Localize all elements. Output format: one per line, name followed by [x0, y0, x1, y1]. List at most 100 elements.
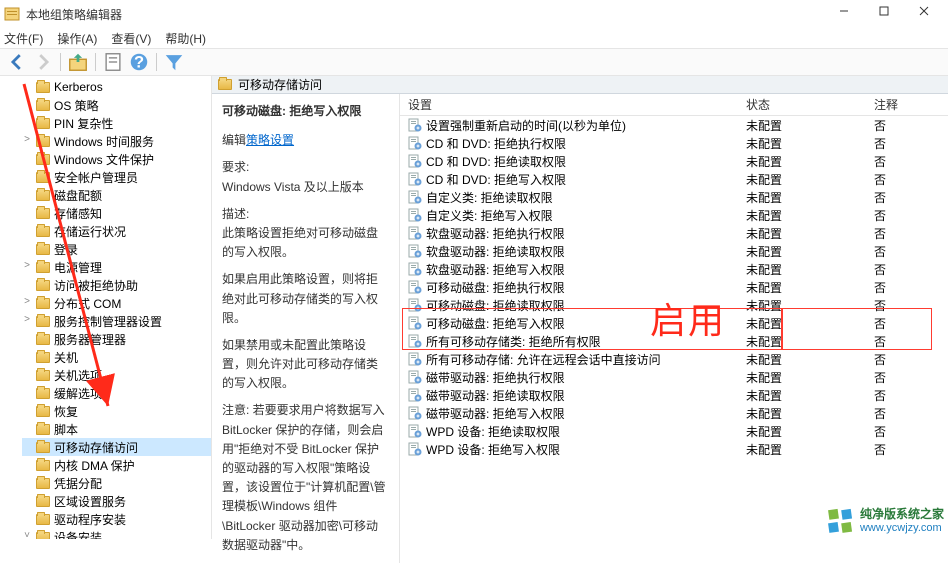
maximize-button[interactable]	[864, 0, 904, 22]
right-pane: 可移动存储访问 可移动磁盘: 拒绝写入权限 编辑策略设置 要求: Windows…	[212, 76, 948, 539]
edit-policy-link[interactable]: 策略设置	[246, 133, 294, 147]
setting-row[interactable]: CD 和 DVD: 拒绝读取权限未配置否	[400, 152, 948, 170]
forward-button[interactable]	[32, 51, 54, 73]
tree-item[interactable]: 磁盘配额	[22, 186, 211, 204]
setting-state: 未配置	[746, 207, 874, 224]
tree-item[interactable]: 关机	[22, 348, 211, 366]
back-button[interactable]	[6, 51, 28, 73]
tree-item[interactable]: 区域设置服务	[22, 492, 211, 510]
folder-icon	[36, 136, 50, 147]
tree-item-label: 区域设置服务	[54, 493, 126, 510]
tree-item[interactable]: 服务器管理器	[22, 330, 211, 348]
tree-item[interactable]: >电源管理	[22, 258, 211, 276]
tree-item-label: Windows 时间服务	[54, 133, 154, 150]
column-header-comment[interactable]: 注释	[874, 96, 948, 113]
tree-item[interactable]: 驱动程序安装	[22, 510, 211, 528]
setting-name: CD 和 DVD: 拒绝执行权限	[426, 135, 566, 152]
folder-icon	[36, 172, 50, 183]
tree-item-label: 凭据分配	[54, 475, 102, 492]
tree-item[interactable]: >服务控制管理器设置	[22, 312, 211, 330]
tree-item[interactable]: 内核 DMA 保护	[22, 456, 211, 474]
tree-item[interactable]: 凭据分配	[22, 474, 211, 492]
setting-row[interactable]: 软盘驱动器: 拒绝执行权限未配置否	[400, 224, 948, 242]
setting-name: WPD 设备: 拒绝写入权限	[426, 441, 560, 458]
tree-pane[interactable]: KerberosOS 策略PIN 复杂性 > Windows 时间服务Windows…	[0, 76, 212, 539]
watermark-name: 纯净版系统之家	[860, 508, 944, 521]
menu-help[interactable]: 帮助(H)	[165, 30, 206, 47]
help-button[interactable]: ?	[128, 51, 150, 73]
description-label: 描述:	[222, 205, 389, 224]
column-header-state[interactable]: 状态	[746, 96, 874, 113]
chevron-right-icon[interactable]: >	[22, 134, 32, 145]
selected-policy-name: 可移动磁盘: 拒绝写入权限	[222, 102, 389, 121]
setting-row[interactable]: 自定义类: 拒绝读取权限未配置否	[400, 188, 948, 206]
policy-icon	[408, 280, 422, 294]
setting-row[interactable]: 自定义类: 拒绝写入权限未配置否	[400, 206, 948, 224]
setting-name: 设置强制重新启动的时间(以秒为单位)	[426, 117, 626, 134]
folder-icon	[36, 298, 50, 309]
tree-item[interactable]: Windows 文件保护	[22, 150, 211, 168]
tree-item[interactable]: 安全帐户管理员	[22, 168, 211, 186]
filter-button[interactable]	[163, 51, 185, 73]
tree-item[interactable]: 可移动存储访问	[22, 438, 211, 456]
tree-item[interactable]: ˅设备安装	[22, 528, 211, 539]
policy-icon	[408, 154, 422, 168]
setting-comment: 否	[874, 351, 948, 368]
setting-row[interactable]: 磁带驱动器: 拒绝写入权限未配置否	[400, 404, 948, 422]
setting-row[interactable]: 可移动磁盘: 拒绝读取权限未配置否	[400, 296, 948, 314]
tree-item[interactable]: Kerberos	[22, 78, 211, 96]
folder-icon	[36, 424, 50, 435]
folder-icon	[36, 496, 50, 507]
setting-row[interactable]: CD 和 DVD: 拒绝执行权限未配置否	[400, 134, 948, 152]
tree-item[interactable]: 登录	[22, 240, 211, 258]
tree-item[interactable]: OS 策略	[22, 96, 211, 114]
setting-row[interactable]: CD 和 DVD: 拒绝写入权限未配置否	[400, 170, 948, 188]
folder-icon	[36, 208, 50, 219]
tree-item[interactable]: 存储运行状况	[22, 222, 211, 240]
menu-action[interactable]: 操作(A)	[57, 30, 97, 47]
minimize-button[interactable]	[824, 0, 864, 22]
setting-name: 磁带驱动器: 拒绝写入权限	[426, 405, 565, 422]
setting-row[interactable]: 磁带驱动器: 拒绝执行权限未配置否	[400, 368, 948, 386]
setting-row[interactable]: 所有可移动存储类: 拒绝所有权限未配置否	[400, 332, 948, 350]
tree-item[interactable]: >分布式 COM	[22, 294, 211, 312]
tree-item[interactable]: 存储感知	[22, 204, 211, 222]
menu-view[interactable]: 查看(V)	[111, 30, 151, 47]
tree-item-label: 关机	[54, 349, 78, 366]
properties-button[interactable]	[102, 51, 124, 73]
column-header-setting[interactable]: 设置	[400, 96, 746, 113]
setting-name: 所有可移动存储类: 拒绝所有权限	[426, 333, 601, 350]
tree-item[interactable]: 脚本	[22, 420, 211, 438]
folder-icon	[36, 100, 50, 111]
setting-row[interactable]: 可移动磁盘: 拒绝写入权限未配置否	[400, 314, 948, 332]
menu-file[interactable]: 文件(F)	[4, 30, 43, 47]
tree-item[interactable]: 访问被拒绝协助	[22, 276, 211, 294]
setting-row[interactable]: 磁带驱动器: 拒绝读取权限未配置否	[400, 386, 948, 404]
tree-item-label: 缓解选项	[54, 385, 102, 402]
setting-row[interactable]: 可移动磁盘: 拒绝执行权限未配置否	[400, 278, 948, 296]
tree-item[interactable]: > Windows 时间服务	[22, 132, 211, 150]
chevron-right-icon[interactable]: >	[22, 296, 32, 307]
setting-row[interactable]: 设置强制重新启动的时间(以秒为单位)未配置否	[400, 116, 948, 134]
setting-comment: 否	[874, 333, 948, 350]
setting-row[interactable]: 软盘驱动器: 拒绝写入权限未配置否	[400, 260, 948, 278]
tree-item[interactable]: 关机选项	[22, 366, 211, 384]
policy-icon	[408, 190, 422, 204]
tree-item-label: PIN 复杂性	[54, 115, 113, 132]
setting-row[interactable]: WPD 设备: 拒绝读取权限未配置否	[400, 422, 948, 440]
description-text: 此策略设置拒绝对可移动磁盘的写入权限。	[222, 224, 389, 262]
chevron-down-icon[interactable]: ˅	[22, 530, 32, 539]
setting-comment: 否	[874, 135, 948, 152]
setting-row[interactable]: 软盘驱动器: 拒绝读取权限未配置否	[400, 242, 948, 260]
tree-item[interactable]: PIN 复杂性	[22, 114, 211, 132]
setting-row[interactable]: WPD 设备: 拒绝写入权限未配置否	[400, 440, 948, 458]
up-button[interactable]	[67, 51, 89, 73]
close-button[interactable]	[904, 0, 944, 22]
chevron-right-icon[interactable]: >	[22, 260, 32, 271]
folder-icon	[36, 226, 50, 237]
chevron-right-icon[interactable]: >	[22, 314, 32, 325]
tree-item[interactable]: 恢复	[22, 402, 211, 420]
folder-icon	[36, 262, 50, 273]
setting-row[interactable]: 所有可移动存储: 允许在远程会话中直接访问未配置否	[400, 350, 948, 368]
tree-item[interactable]: 缓解选项	[22, 384, 211, 402]
